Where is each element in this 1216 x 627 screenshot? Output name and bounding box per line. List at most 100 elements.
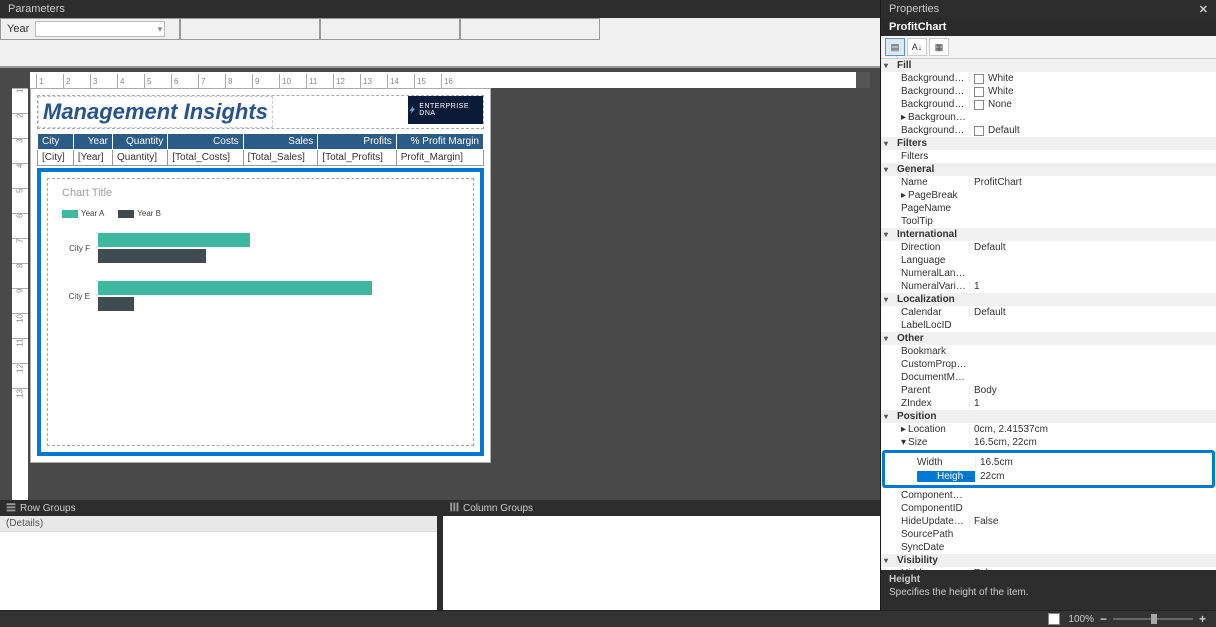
prop-bookmark[interactable]: Bookmark xyxy=(881,345,1216,358)
field-quantity[interactable]: Quantity] xyxy=(113,150,168,166)
ruler-tick: 8 xyxy=(225,74,250,88)
prop-numvar[interactable]: NumeralVariant1 xyxy=(881,280,1216,293)
property-pages-button[interactable]: ▦ xyxy=(929,38,949,56)
properties-header: Properties ✕ xyxy=(881,0,1216,18)
report-title[interactable]: Management Insights xyxy=(38,96,273,128)
col-costs[interactable]: Costs xyxy=(168,134,243,150)
param-year-dropdown[interactable]: ▾ xyxy=(35,21,165,37)
bar-f-a xyxy=(98,233,250,247)
prop-tooltip[interactable]: ToolTip xyxy=(881,215,1216,228)
field-city[interactable]: [City] xyxy=(38,150,74,166)
cat-general[interactable]: ▾General xyxy=(881,163,1216,176)
properties-object: ProfitChart xyxy=(881,18,1216,36)
ruler-tick: 14 xyxy=(387,74,412,88)
row-groups-header: Row Groups xyxy=(0,500,437,516)
prop-parent[interactable]: ParentBody xyxy=(881,384,1216,397)
param-empty-2[interactable] xyxy=(320,18,460,40)
cat-fill[interactable]: ▾Fill xyxy=(881,59,1216,72)
col-year[interactable]: Year xyxy=(73,134,112,150)
ruler-tick: 13 xyxy=(360,74,385,88)
close-icon[interactable]: ✕ xyxy=(1199,3,1208,16)
col-profits[interactable]: Profits xyxy=(318,134,396,150)
prop-name[interactable]: NameProfitChart xyxy=(881,176,1216,189)
prop-bgpattern[interactable]: BackgroundHatchTypeDefault xyxy=(881,124,1216,137)
legend-label-b: Year B xyxy=(137,209,161,218)
logo-badge[interactable]: ENTERPRISE DNA xyxy=(408,96,483,124)
cat-local[interactable]: ▾Localization xyxy=(881,293,1216,306)
prop-size[interactable]: ▾Size16.5cm, 22cm xyxy=(881,436,1216,449)
col-sales[interactable]: Sales xyxy=(243,134,318,150)
prop-language[interactable]: Language xyxy=(881,254,1216,267)
cat-filters[interactable]: ▾Filters xyxy=(881,137,1216,150)
prop-numlang[interactable]: NumeralLanguage xyxy=(881,267,1216,280)
ruler-horizontal[interactable]: 1 2 3 4 5 6 7 8 9 10 11 12 13 14 15 16 xyxy=(30,72,870,88)
prop-filters[interactable]: Filters xyxy=(881,150,1216,163)
field-margin[interactable]: Profit_Margin] xyxy=(396,150,483,166)
row-groups-label: Row Groups xyxy=(20,503,76,514)
left-panel: Parameters Year ▾ 1 2 3 4 5 6 7 8 9 10 xyxy=(0,0,880,610)
chart-legend: Year A Year B xyxy=(62,209,469,218)
ruler-tick: 10 xyxy=(279,74,304,88)
categorized-button[interactable]: ▤ xyxy=(885,38,905,56)
report-canvas[interactable]: Management Insights ENTERPRISE DNA City … xyxy=(30,88,491,463)
alphabetical-button[interactable]: A↓ xyxy=(907,38,927,56)
param-year-cell[interactable]: Year ▾ xyxy=(0,18,180,40)
prop-bgcolor[interactable]: BackgroundColorWhite xyxy=(881,72,1216,85)
cat-intl[interactable]: ▾International xyxy=(881,228,1216,241)
properties-grid[interactable]: ▾Fill BackgroundColorWhite BackgroundGra… xyxy=(881,59,1216,570)
prop-bggrad1[interactable]: BackgroundGradientEndColorWhite xyxy=(881,85,1216,98)
prop-compdesc[interactable]: ComponentDescription xyxy=(881,489,1216,502)
prop-location[interactable]: ▸Location0cm, 2.41537cm xyxy=(881,423,1216,436)
cat-other[interactable]: ▾Other xyxy=(881,332,1216,345)
prop-sourcepath[interactable]: SourcePath xyxy=(881,528,1216,541)
prop-syncdate[interactable]: SyncDate xyxy=(881,541,1216,554)
prop-width[interactable]: Width16.5cm xyxy=(887,455,1210,469)
field-costs[interactable]: [Total_Costs] xyxy=(168,150,243,166)
prop-docmap[interactable]: DocumentMapLabel xyxy=(881,371,1216,384)
prop-bgimage[interactable]: ▸BackgroundImage xyxy=(881,111,1216,124)
properties-panel: Properties ✕ ProfitChart ▤ A↓ ▦ ▾Fill Ba… xyxy=(880,0,1216,610)
prop-hideupdate[interactable]: HideUpdateNotificationFalse xyxy=(881,515,1216,528)
zoom-slider[interactable] xyxy=(1113,618,1193,620)
ruler-vertical[interactable]: 1 2 3 4 5 6 7 8 9 10 11 12 13 xyxy=(12,88,28,500)
param-empty-1[interactable] xyxy=(180,18,320,40)
ruler-tick: 7 xyxy=(12,238,28,263)
cat-visibility[interactable]: ▾Visibility xyxy=(881,554,1216,567)
cat-position[interactable]: ▾Position xyxy=(881,410,1216,423)
zoom-out-button[interactable]: − xyxy=(1100,612,1107,626)
prop-pagebreak[interactable]: ▸PageBreak xyxy=(881,189,1216,202)
prop-calendar[interactable]: CalendarDefault xyxy=(881,306,1216,319)
prop-bggrad2[interactable]: BackgroundGradientTypeNone xyxy=(881,98,1216,111)
prop-hidden[interactable]: HiddenFalse xyxy=(881,567,1216,570)
col-quantity[interactable]: Quantity xyxy=(113,134,168,150)
col-margin[interactable]: % Profit Margin xyxy=(396,134,483,150)
zoom-in-button[interactable]: + xyxy=(1199,612,1206,626)
field-sales[interactable]: [Total_Sales] xyxy=(243,150,318,166)
prop-labelloc[interactable]: LabelLocID xyxy=(881,319,1216,332)
prop-customprops[interactable]: CustomProperties xyxy=(881,358,1216,371)
prop-direction[interactable]: DirectionDefault xyxy=(881,241,1216,254)
prop-compid[interactable]: ComponentID xyxy=(881,502,1216,515)
column-groups-icon xyxy=(449,502,459,515)
prop-pagename[interactable]: PageName xyxy=(881,202,1216,215)
data-table[interactable]: City Year Quantity Costs Sales Profits %… xyxy=(37,133,484,166)
ruler-tick: 13 xyxy=(12,388,28,413)
prop-zindex[interactable]: ZIndex1 xyxy=(881,397,1216,410)
properties-toolbar: ▤ A↓ ▦ xyxy=(881,36,1216,59)
bar-e-a xyxy=(98,281,372,295)
field-profits[interactable]: [Total_Profits] xyxy=(318,150,396,166)
page-icon[interactable] xyxy=(1048,613,1060,625)
prop-height[interactable]: Height22cm xyxy=(887,469,1210,483)
details-group[interactable]: (Details) xyxy=(0,516,437,532)
zoom-control: 100% − + xyxy=(1068,612,1206,626)
param-empty-3[interactable] xyxy=(460,18,600,40)
profit-chart[interactable]: Chart Title Year A Year B City F xyxy=(37,168,484,456)
zoom-thumb[interactable] xyxy=(1151,614,1157,624)
report-header[interactable]: Management Insights ENTERPRISE DNA xyxy=(37,95,484,129)
col-city[interactable]: City xyxy=(38,134,74,150)
ruler-tick: 4 xyxy=(117,74,142,88)
design-surface: 1 2 3 4 5 6 7 8 9 10 11 12 13 14 15 16 1 xyxy=(0,68,880,500)
chart-title[interactable]: Chart Title xyxy=(62,187,469,199)
column-groups-header: Column Groups xyxy=(443,500,880,516)
field-year[interactable]: [Year] xyxy=(73,150,112,166)
